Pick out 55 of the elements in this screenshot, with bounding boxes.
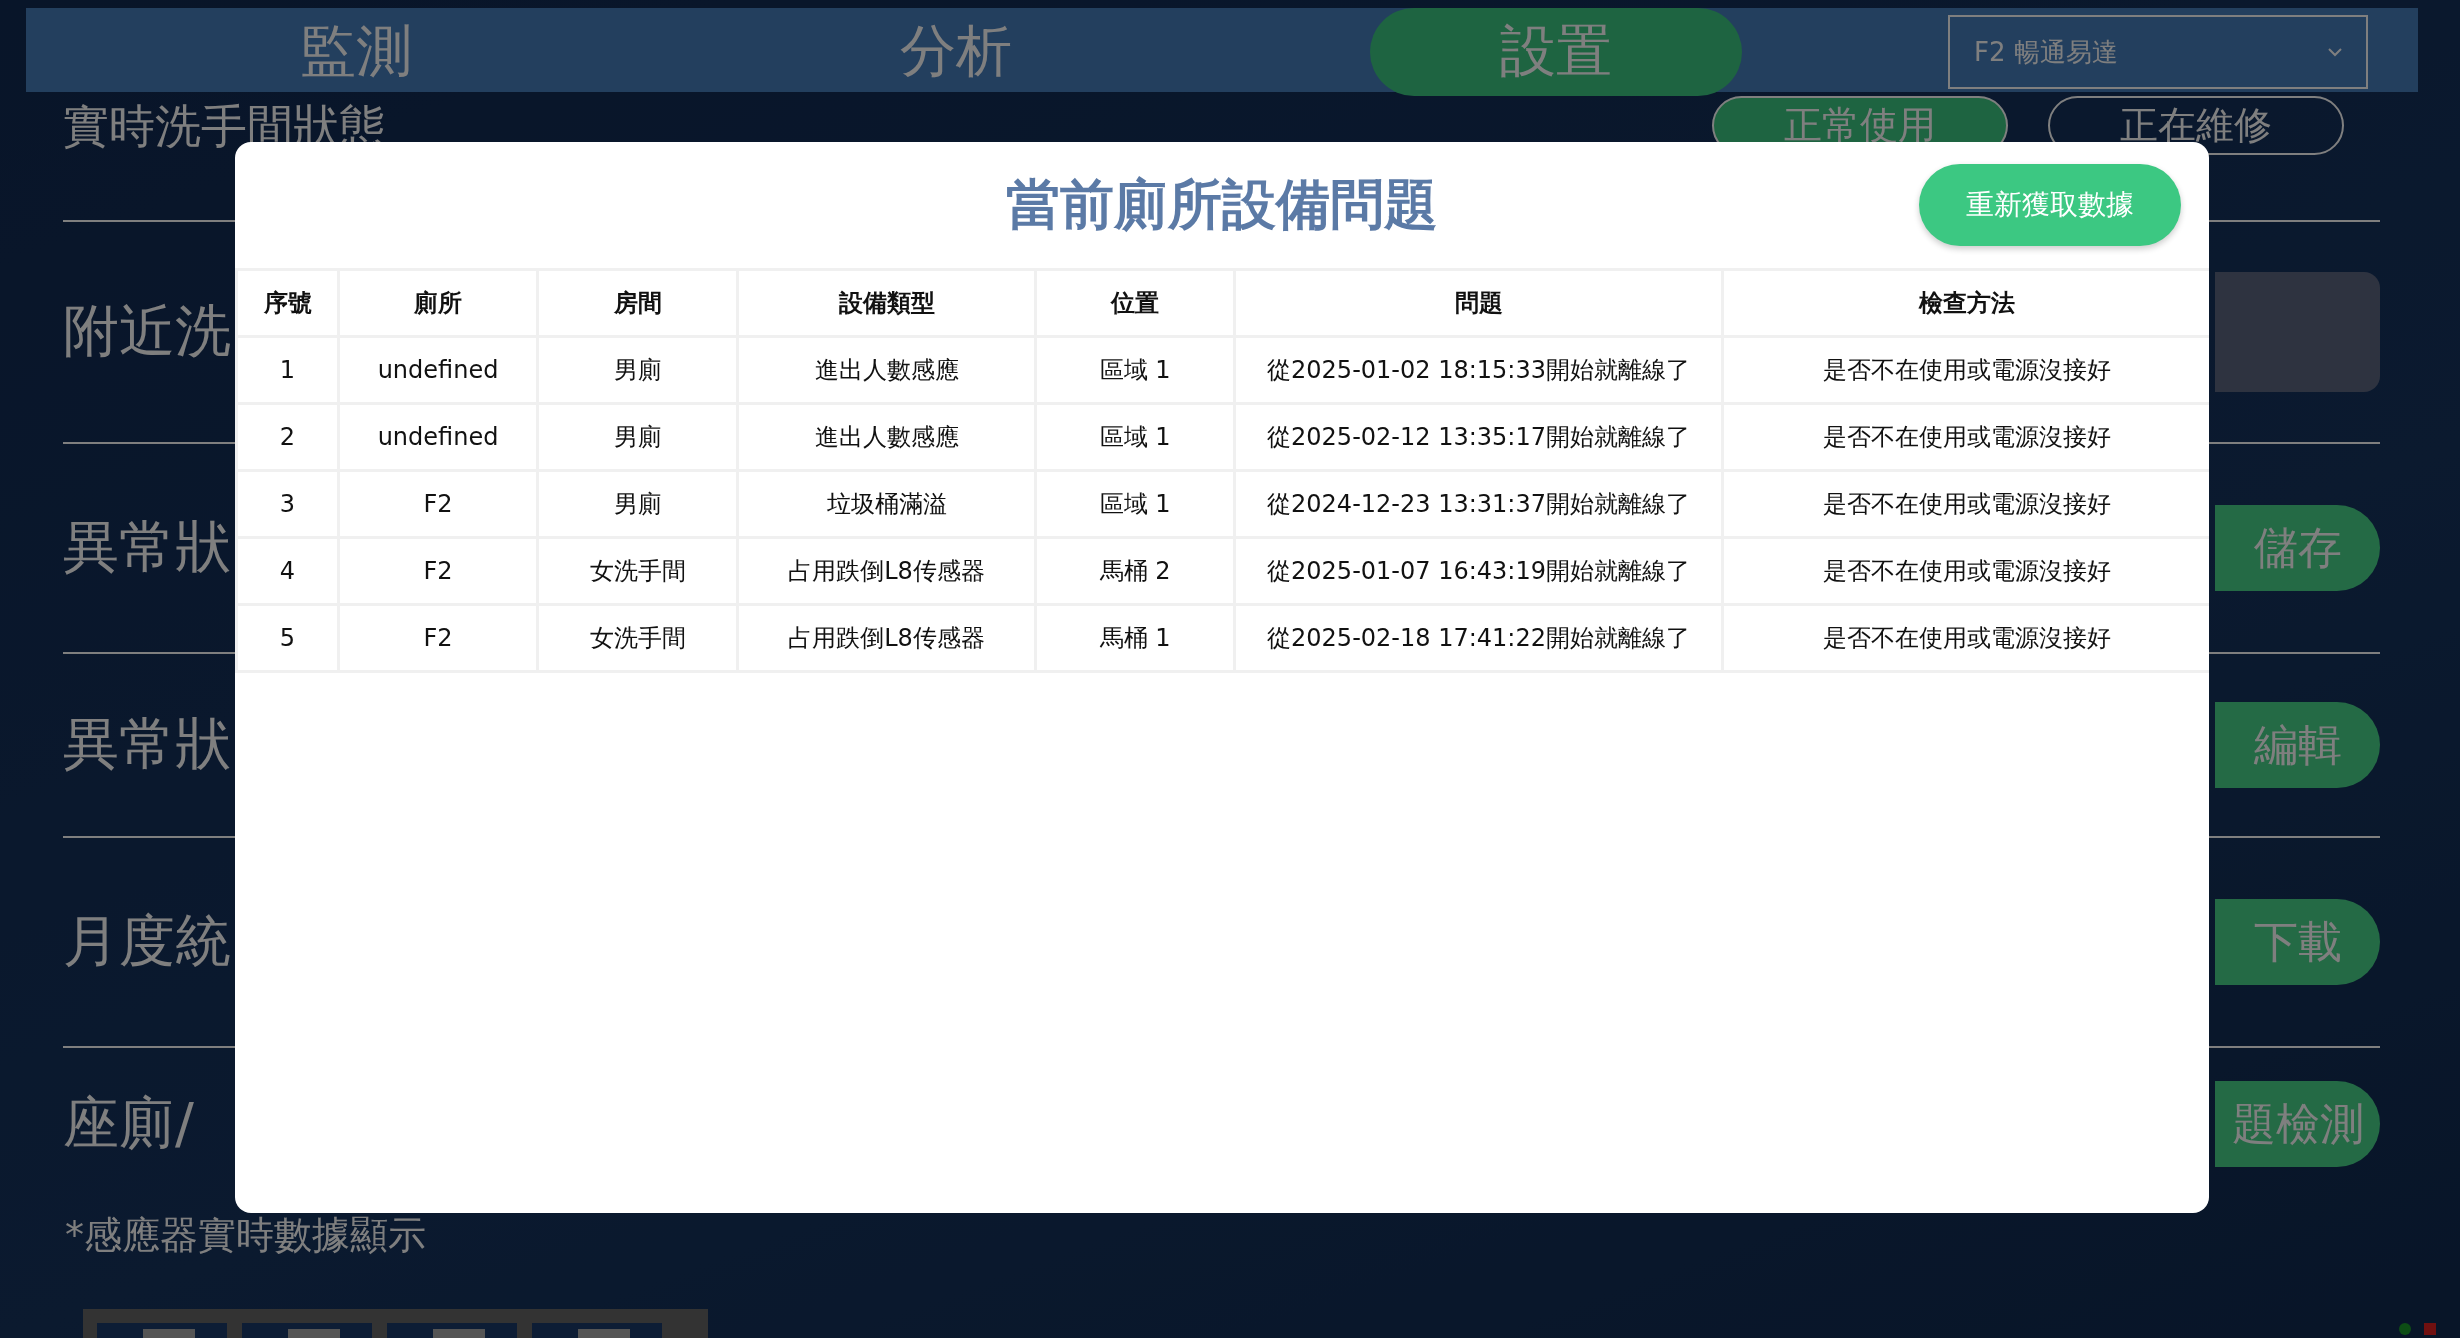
table-cell: 男廁 — [537, 336, 738, 404]
table-cell: 3 — [236, 470, 339, 538]
table-cell: F2 — [338, 537, 538, 605]
nav-tab[interactable]: 監測 — [170, 8, 542, 96]
dialog-title: 當前廁所設備問題 — [1006, 171, 1438, 238]
column-header: 位置 — [1035, 269, 1235, 337]
table-cell: 馬桶 2 — [1035, 537, 1235, 605]
table-cell: 占用跌倒L8传感器 — [737, 604, 1036, 672]
setting-label: 附近洗 — [63, 297, 232, 365]
nav-tab[interactable]: 設置 — [1370, 8, 1742, 96]
table-cell: F2 — [338, 604, 538, 672]
table-cell: 占用跌倒L8传感器 — [737, 537, 1036, 605]
refresh-button[interactable]: 重新獲取數據 — [1919, 164, 2181, 246]
table-cell: undefined — [338, 336, 538, 404]
action-button[interactable]: 編輯 — [2215, 702, 2380, 788]
table-cell: 從2024-12-23 13:31:37開始就離線了 — [1234, 470, 1723, 538]
table-cell: 區域 1 — [1035, 470, 1235, 538]
table-cell: 進出人數感應 — [737, 403, 1036, 471]
table-cell: 男廁 — [537, 470, 738, 538]
table-cell: 從2025-01-02 18:15:33開始就離線了 — [1234, 336, 1723, 404]
table-cell: 進出人數感應 — [737, 336, 1036, 404]
setting-label: 座廁/ — [63, 1089, 195, 1157]
column-header: 房間 — [537, 269, 738, 337]
table-cell: 垃圾桶滿溢 — [737, 470, 1036, 538]
table-cell: 女洗手間 — [537, 604, 738, 672]
building-select[interactable]: F2 暢通易達 — [1948, 15, 2368, 89]
table-cell: 區域 1 — [1035, 403, 1235, 471]
table-cell: 從2025-02-18 17:41:22開始就離線了 — [1234, 604, 1723, 672]
footnote: *感應器實時數據顯示 — [65, 1212, 427, 1259]
column-header: 序號 — [236, 269, 339, 337]
action-button[interactable]: 題檢測 — [2215, 1081, 2380, 1167]
column-header: 廁所 — [338, 269, 538, 337]
table-cell: 1 — [236, 336, 339, 404]
table-cell: 從2025-02-12 13:35:17開始就離線了 — [1234, 403, 1723, 471]
table-cell: 區域 1 — [1035, 336, 1235, 404]
table-cell: 2 — [236, 403, 339, 471]
setting-label: 月度統 — [63, 907, 232, 975]
setting-label: 異常狀 — [63, 513, 232, 581]
table-cell: 男廁 — [537, 403, 738, 471]
caret-icon — [2328, 47, 2342, 57]
action-button[interactable]: 儲存 — [2215, 505, 2380, 591]
table-cell: 女洗手間 — [537, 537, 738, 605]
nav-tab[interactable]: 分析 — [770, 8, 1142, 96]
column-header: 檢查方法 — [1722, 269, 2209, 337]
column-header: 問題 — [1234, 269, 1723, 337]
column-header: 設備類型 — [737, 269, 1036, 337]
action-button[interactable]: 下載 — [2215, 899, 2380, 985]
setting-label: 異常狀 — [63, 710, 232, 778]
table-cell: 馬桶 1 — [1035, 604, 1235, 672]
table-cell: 5 — [236, 604, 339, 672]
table-cell: F2 — [338, 470, 538, 538]
indicator-lights-icon — [2398, 1322, 2438, 1336]
table-cell: 4 — [236, 537, 339, 605]
table-cell: undefined — [338, 403, 538, 471]
table-cell: 從2025-01-07 16:43:19開始就離線了 — [1234, 537, 1723, 605]
